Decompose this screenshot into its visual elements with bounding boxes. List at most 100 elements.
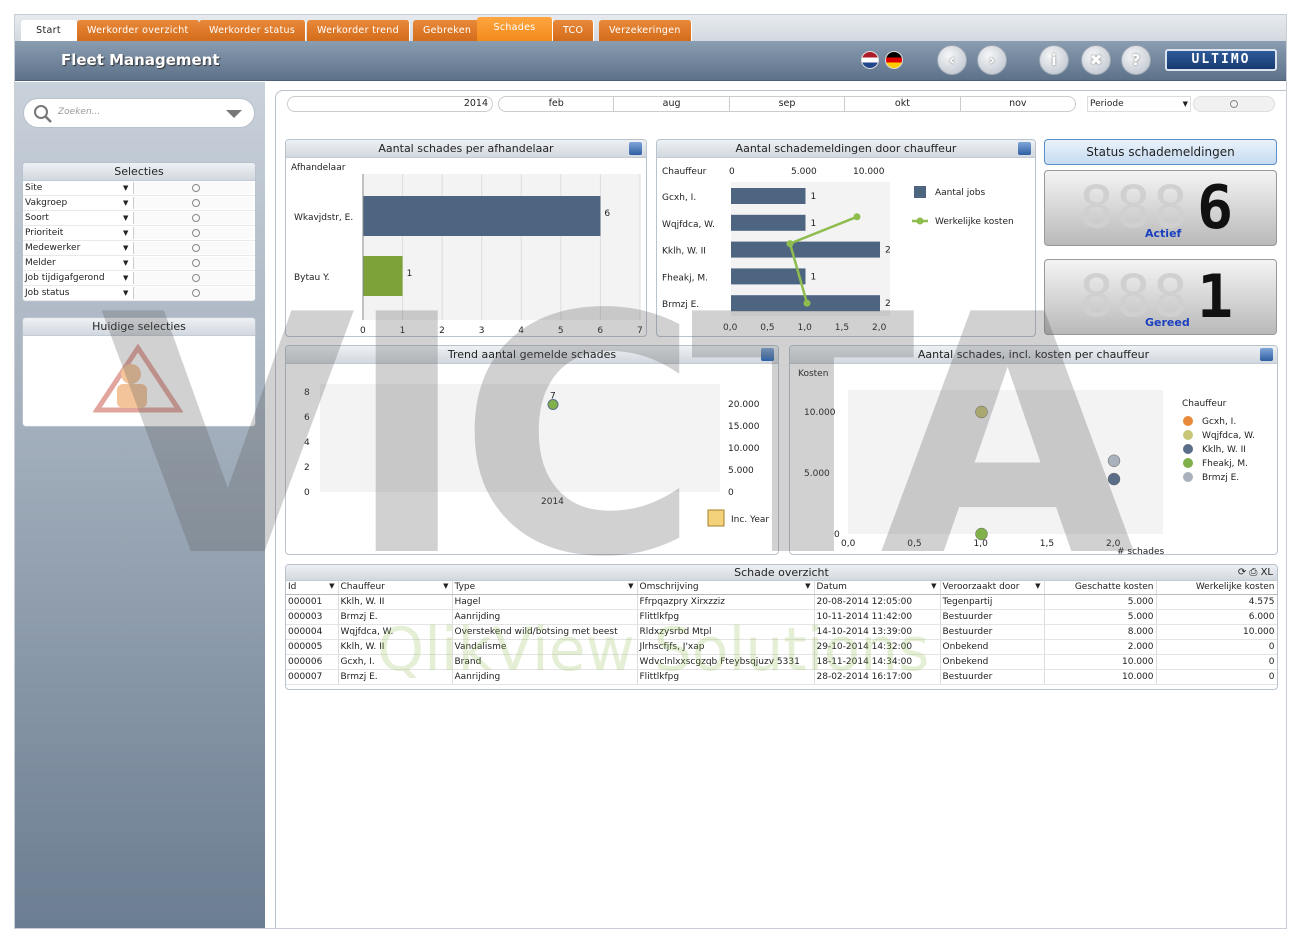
selectie-row[interactable]: Site ▼ xyxy=(23,181,255,196)
selectie-row[interactable]: Melder ▼ xyxy=(23,256,255,271)
sort-arrow-icon[interactable]: ▼ xyxy=(329,582,334,590)
print-icon[interactable]: ⎙ xyxy=(1249,567,1257,578)
table-row[interactable]: 000005 Kklh, W. II Vandalisme Jlrhscfjfs, J… xyxy=(286,639,1277,655)
back-icon[interactable]: ‹ xyxy=(937,45,967,75)
selectie-value[interactable] xyxy=(133,212,253,224)
right-tick-label: 5.000 xyxy=(728,466,754,476)
sort-arrow-icon[interactable]: ▼ xyxy=(931,582,936,590)
selectie-value[interactable] xyxy=(133,242,253,254)
sort-arrow-icon[interactable]: ▼ xyxy=(1035,582,1040,590)
selectie-row[interactable]: Soort ▼ xyxy=(23,211,255,226)
selectie-row[interactable]: Vakgroep ▼ xyxy=(23,196,255,211)
column-header[interactable]: Werkelijke kosten xyxy=(1156,581,1277,595)
column-header[interactable]: Datum ▼ xyxy=(814,581,941,595)
table-cell: 2.000 xyxy=(1044,639,1157,655)
selectie-row[interactable]: Prioriteit ▼ xyxy=(23,226,255,241)
chart2-title: Aantal schademeldingen door chauffeur xyxy=(735,142,957,155)
selectie-row[interactable]: Job status ▼ xyxy=(23,286,255,301)
top-tick-label: 10.000 xyxy=(853,167,885,177)
table-cell: 0 xyxy=(1156,639,1277,655)
table-row[interactable]: 000006 Gcxh, I. Brand Wdvclnlxxscgzqb Fteyb… xyxy=(286,654,1277,670)
tab-werkorder-status[interactable]: Werkorder status xyxy=(199,20,307,41)
table-cell: 000006 xyxy=(286,654,339,670)
year-selector[interactable]: 2014 xyxy=(287,96,493,112)
selectie-value[interactable] xyxy=(133,182,253,194)
bar xyxy=(731,268,806,285)
german-flag-icon[interactable] xyxy=(885,51,903,69)
dropdown-arrow-icon[interactable]: ▼ xyxy=(123,196,128,211)
column-header[interactable]: Geschatte kosten xyxy=(1044,581,1157,595)
category-label: Wqjfdca, W. xyxy=(662,220,715,230)
month-item[interactable]: nov xyxy=(961,97,1075,111)
info-icon[interactable]: i xyxy=(1039,45,1069,75)
selectie-value[interactable] xyxy=(133,272,253,284)
tab-verzekeringen[interactable]: Verzekeringen xyxy=(599,20,692,41)
axis-label: Afhandelaar xyxy=(291,163,346,173)
help-icon[interactable]: ? xyxy=(1121,45,1151,75)
selectie-row[interactable]: Medewerker ▼ xyxy=(23,241,255,256)
table-cell: 20-08-2014 12:05:00 xyxy=(814,594,941,610)
table-row[interactable]: 000004 Wqjfdca, W. Overstekend wild/botsin… xyxy=(286,624,1277,640)
scatter-point xyxy=(1107,454,1121,468)
dropdown-arrow-icon[interactable]: ▼ xyxy=(123,226,128,241)
table-cell: Flittlkfpg xyxy=(637,609,815,625)
table-row[interactable]: 000001 Kklh, W. II Hagel Ffrpqazpry Xirxzzi… xyxy=(286,594,1277,610)
month-item[interactable]: okt xyxy=(845,97,961,111)
sort-arrow-icon[interactable]: ▼ xyxy=(443,582,448,590)
export-icon[interactable]: ⟳ xyxy=(1238,567,1246,578)
dropdown-arrow-icon[interactable]: ▼ xyxy=(123,241,128,256)
table-row[interactable]: 000007 Brmzj E. Aanrijding Flittlkfpg 28-02-… xyxy=(286,669,1277,685)
periode-listbox[interactable]: Periode ▼ xyxy=(1087,96,1191,112)
selectie-row[interactable]: Job tijdigafgerond ▼ xyxy=(23,271,255,286)
export-icon[interactable] xyxy=(761,348,774,361)
sort-arrow-icon[interactable]: ▼ xyxy=(628,582,633,590)
data-label: 1 xyxy=(407,269,413,279)
month-item[interactable]: sep xyxy=(730,97,846,111)
export-icon[interactable] xyxy=(1260,348,1273,361)
dropdown-arrow-icon[interactable]: ▼ xyxy=(123,181,128,196)
column-header[interactable]: Id ▼ xyxy=(286,581,339,595)
dropdown-arrow-icon[interactable]: ▼ xyxy=(123,286,128,301)
column-header[interactable]: Veroorzaakt door ▼ xyxy=(940,581,1045,595)
search-input[interactable]: Zoeken... xyxy=(23,98,255,128)
tab-gebreken[interactable]: Gebreken xyxy=(413,20,483,41)
export-icon[interactable] xyxy=(629,142,642,155)
clear-selections-icon[interactable]: ✖ xyxy=(1081,45,1111,75)
legend-label: Fheakj, M. xyxy=(1202,459,1248,469)
y-tick-label: 10.000 xyxy=(804,408,836,418)
sort-arrow-icon[interactable]: ▼ xyxy=(805,582,810,590)
dropdown-arrow-icon[interactable]: ▼ xyxy=(123,211,128,226)
column-header[interactable]: Chauffeur ▼ xyxy=(338,581,453,595)
selectie-value[interactable] xyxy=(133,287,253,299)
forward-icon[interactable]: › xyxy=(977,45,1007,75)
column-header[interactable]: Omschrijving ▼ xyxy=(637,581,815,595)
legend-label: Werkelijke kosten xyxy=(935,217,1014,227)
selectie-value[interactable] xyxy=(133,227,253,239)
tab-tco[interactable]: TCO xyxy=(553,20,595,41)
tab-werkorder-overzicht[interactable]: Werkorder overzicht xyxy=(77,20,200,41)
dropdown-arrow-icon[interactable]: ▼ xyxy=(123,256,128,271)
actief-counter: 888 6 Actief xyxy=(1044,170,1277,246)
radio-icon xyxy=(1230,100,1238,108)
excel-export-button[interactable]: XL xyxy=(1261,567,1273,578)
export-icon[interactable] xyxy=(1018,142,1031,155)
x-tick-label: 0,0 xyxy=(841,539,856,549)
column-header[interactable]: Type ▼ xyxy=(452,581,638,595)
month-item[interactable]: feb xyxy=(499,97,615,111)
periode-value[interactable] xyxy=(1193,96,1275,112)
month-item[interactable]: aug xyxy=(614,97,730,111)
tab-werkorder-trend[interactable]: Werkorder trend xyxy=(307,20,410,41)
dropdown-arrow-icon[interactable]: ▼ xyxy=(1183,97,1188,111)
dutch-flag-icon[interactable] xyxy=(861,51,879,69)
dropdown-arrow-icon[interactable]: ▼ xyxy=(123,271,128,286)
table-row[interactable]: 000003 Brmzj E. Aanrijding Flittlkfpg 10-11-… xyxy=(286,609,1277,625)
app-header: Fleet Management ‹ › i ✖ ? ULTIMO xyxy=(15,41,1286,81)
search-icon xyxy=(34,105,52,123)
tab-start[interactable]: Start xyxy=(21,20,77,41)
selectie-value[interactable] xyxy=(133,197,253,209)
chevron-down-icon[interactable] xyxy=(226,110,242,120)
tab-schades[interactable]: Schades xyxy=(477,17,553,41)
selectie-value[interactable] xyxy=(133,257,253,269)
tick-label: 1,5 xyxy=(835,323,849,333)
table-cell: 000007 xyxy=(286,669,339,685)
